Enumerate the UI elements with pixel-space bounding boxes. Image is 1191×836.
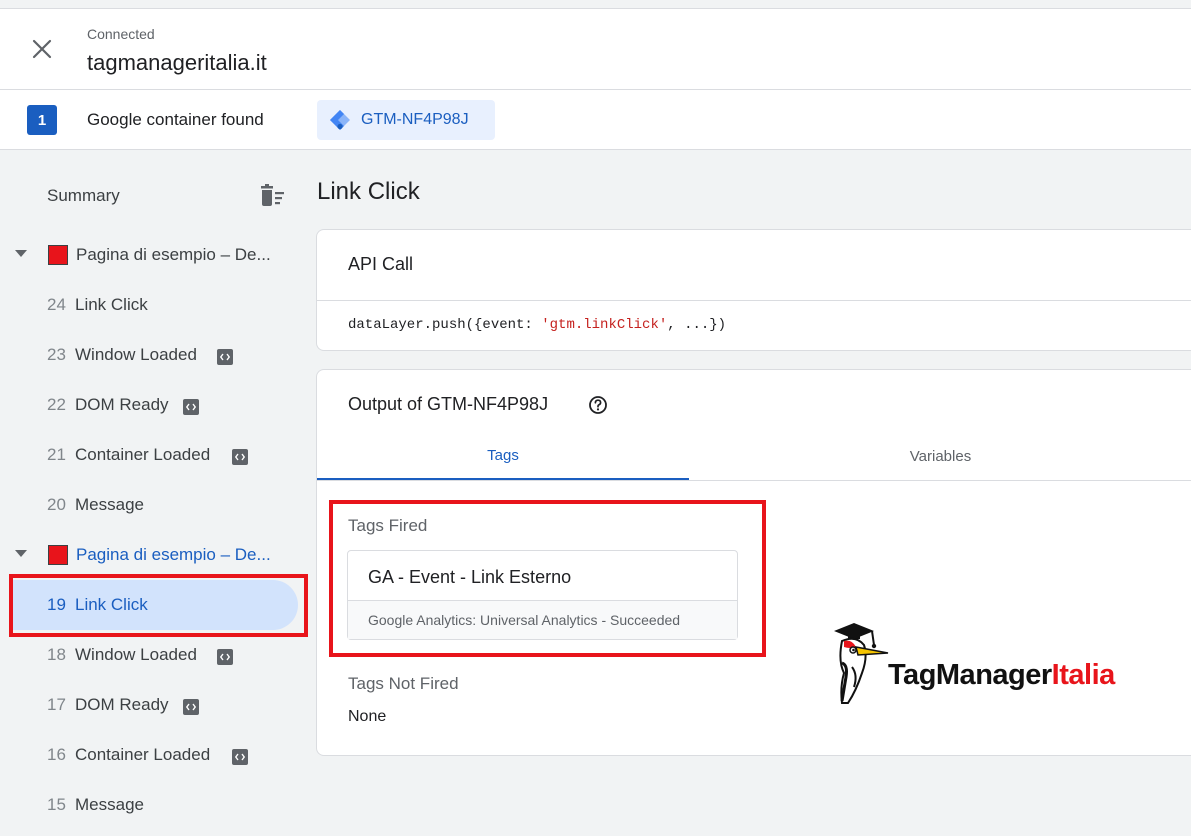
event-number: 21 bbox=[47, 445, 66, 464]
api-call-code: dataLayer.push({event: 'gtm.linkClick', … bbox=[348, 317, 726, 333]
event-label: Link Click bbox=[75, 295, 148, 314]
code-icon bbox=[217, 349, 233, 365]
page-status-square bbox=[48, 545, 68, 565]
caret-down-icon[interactable] bbox=[15, 550, 27, 557]
event-number: 15 bbox=[47, 795, 66, 814]
page-status-square bbox=[48, 245, 68, 265]
event-label: Window Loaded bbox=[75, 345, 197, 364]
event-label: DOM Ready bbox=[75, 695, 169, 714]
event-item[interactable]: 23 Window Loaded bbox=[0, 330, 300, 380]
event-label: Message bbox=[75, 795, 144, 814]
event-sidebar: Summary Pagina di esempio – De... 24 Lin… bbox=[0, 150, 310, 836]
connection-header: Connected tagmanageritalia.it bbox=[0, 8, 1191, 90]
page-title: Pagina di esempio – De... bbox=[76, 545, 271, 564]
gtm-logo-icon bbox=[330, 110, 350, 130]
event-item[interactable]: 17 DOM Ready bbox=[0, 680, 300, 730]
code-prefix: dataLayer.push({event: bbox=[348, 317, 542, 333]
code-icon bbox=[232, 449, 248, 465]
page-group-header[interactable]: Pagina di esempio – De... bbox=[0, 535, 300, 575]
clear-messages-icon[interactable] bbox=[259, 184, 285, 208]
woodpecker-logo-icon bbox=[834, 623, 889, 704]
event-item[interactable]: 20 Message bbox=[0, 480, 300, 530]
code-event-string: 'gtm.linkClick' bbox=[541, 317, 668, 333]
container-found-label: Google container found bbox=[87, 110, 264, 129]
event-label: DOM Ready bbox=[75, 395, 169, 414]
container-count-badge: 1 bbox=[27, 105, 57, 135]
event-item[interactable]: 21 Container Loaded bbox=[0, 430, 300, 480]
connected-domain: tagmanageritalia.it bbox=[87, 50, 267, 75]
event-number: 20 bbox=[47, 495, 66, 514]
code-icon bbox=[217, 649, 233, 665]
api-call-title: API Call bbox=[348, 254, 414, 274]
event-item[interactable]: 24 Link Click bbox=[0, 280, 300, 330]
event-item[interactable]: 22 DOM Ready bbox=[0, 380, 300, 430]
tag-name: GA - Event - Link Esterno bbox=[368, 567, 572, 587]
connection-status: Connected bbox=[87, 26, 155, 42]
code-icon bbox=[183, 699, 199, 715]
caret-down-icon[interactable] bbox=[15, 250, 27, 257]
event-number: 19 bbox=[47, 595, 66, 614]
tags-not-fired-label: Tags Not Fired bbox=[348, 674, 459, 693]
event-item[interactable]: 18 Window Loaded bbox=[0, 630, 300, 680]
fired-tag-card[interactable]: GA - Event - Link Esterno Google Analyti… bbox=[347, 550, 738, 640]
divider bbox=[317, 300, 1191, 301]
page-title: Pagina di esempio – De... bbox=[76, 245, 271, 264]
summary-link[interactable]: Summary bbox=[47, 186, 120, 206]
code-icon bbox=[183, 399, 199, 415]
event-label: Message bbox=[75, 495, 144, 514]
help-icon[interactable] bbox=[588, 395, 608, 415]
tag-status-footer: Google Analytics: Universal Analytics - … bbox=[348, 600, 737, 639]
event-label: Container Loaded bbox=[75, 445, 211, 464]
event-title: Link Click bbox=[317, 178, 420, 205]
page-group-header[interactable]: Pagina di esempio – De... bbox=[0, 235, 300, 275]
tag-type-status: Google Analytics: Universal Analytics - … bbox=[368, 612, 681, 628]
event-number: 24 bbox=[47, 295, 66, 314]
tags-not-fired-value: None bbox=[348, 708, 387, 725]
event-item-selected[interactable]: 19 Link Click bbox=[12, 580, 298, 630]
tagmanageritalia-logo: TagManagerItalia bbox=[826, 617, 1156, 707]
logo-wordmark-main: TagManager bbox=[888, 659, 1052, 691]
event-number: 16 bbox=[47, 745, 66, 764]
logo-wordmark: TagManagerItalia bbox=[888, 659, 1115, 692]
event-item[interactable]: 15 Message bbox=[0, 780, 300, 830]
container-chip[interactable]: GTM-NF4P98J bbox=[317, 100, 495, 140]
event-number: 17 bbox=[47, 695, 66, 714]
divider bbox=[317, 480, 1191, 481]
event-label: Link Click bbox=[75, 595, 148, 614]
event-number: 22 bbox=[47, 395, 66, 414]
event-label: Container Loaded bbox=[75, 745, 211, 764]
event-item[interactable]: 16 Container Loaded bbox=[0, 730, 300, 780]
event-number: 18 bbox=[47, 645, 66, 664]
container-id-label: GTM-NF4P98J bbox=[361, 111, 469, 128]
logo-wordmark-accent: Italia bbox=[1051, 659, 1116, 691]
code-icon bbox=[232, 749, 248, 765]
event-number: 23 bbox=[47, 345, 66, 364]
api-call-card: API Call dataLayer.push({event: 'gtm.lin… bbox=[316, 229, 1191, 351]
event-label: Window Loaded bbox=[75, 645, 197, 664]
tab-variables[interactable]: Variables bbox=[689, 432, 1191, 480]
tags-fired-label: Tags Fired bbox=[348, 516, 428, 535]
container-bar: 1 Google container found GTM-NF4P98J bbox=[0, 90, 1191, 150]
tab-tags[interactable]: Tags bbox=[317, 432, 689, 480]
code-suffix: , ...}) bbox=[667, 317, 727, 333]
close-icon[interactable] bbox=[28, 35, 56, 63]
output-title: Output of GTM-NF4P98J bbox=[348, 394, 549, 414]
